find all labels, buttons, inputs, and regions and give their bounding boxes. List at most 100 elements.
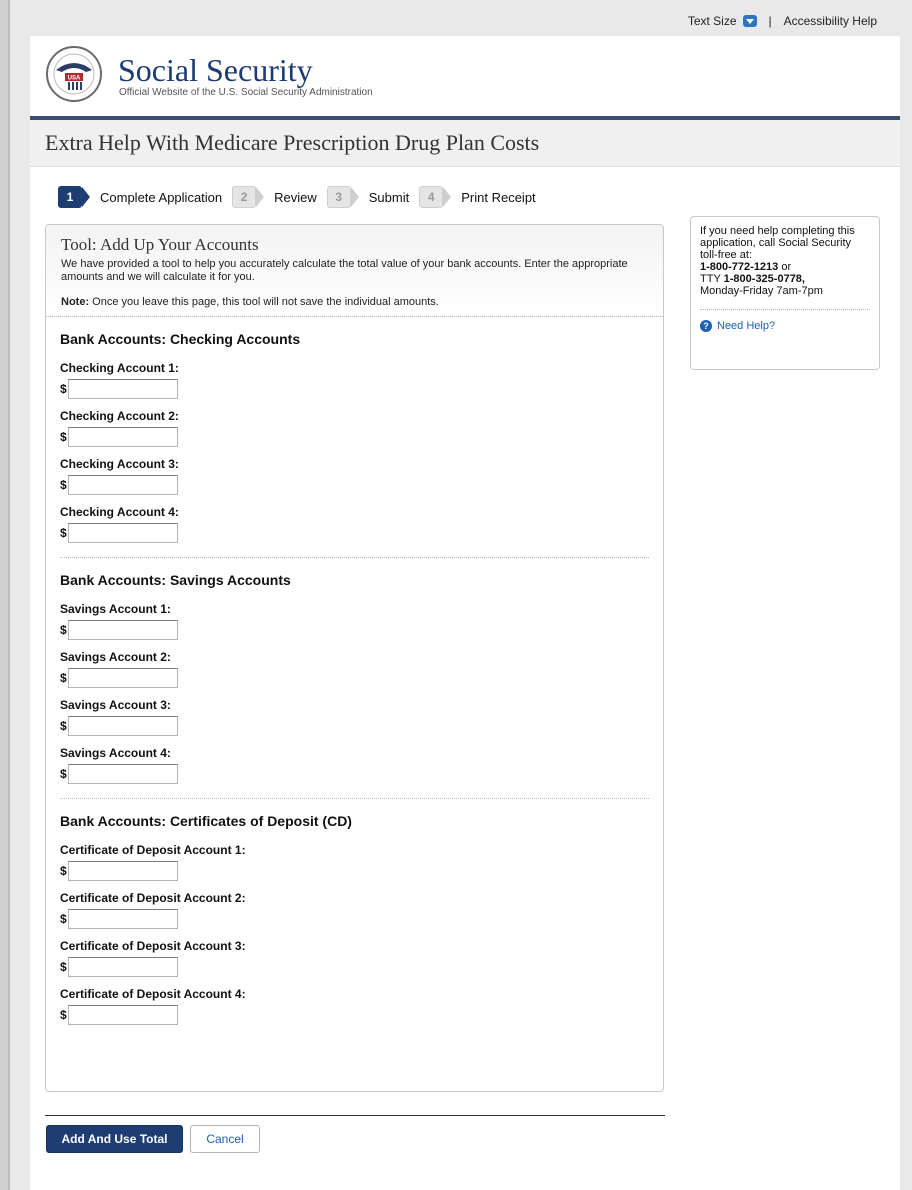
help-phone: 1-800-772-1213 xyxy=(700,261,779,273)
dollar-sign: $ xyxy=(60,526,67,540)
need-help-link[interactable]: ? Need Help? xyxy=(700,320,870,332)
brand-subtitle: Official Website of the U.S. Social Secu… xyxy=(119,87,373,98)
add-and-use-total-button[interactable]: Add And Use Total xyxy=(46,1125,183,1153)
action-divider xyxy=(45,1115,665,1116)
help-tty-prefix: TTY xyxy=(700,273,724,285)
chevron-right-icon xyxy=(350,187,359,207)
step-number: 2 xyxy=(232,186,257,208)
cancel-button[interactable]: Cancel xyxy=(190,1125,260,1153)
help-sidebar: If you need help completing this applica… xyxy=(690,216,880,370)
checking-account-4-field: Checking Account 4: $ xyxy=(60,505,649,543)
step-print-receipt: 4 Print Receipt xyxy=(419,186,536,208)
field-label: Certificate of Deposit Account 3: xyxy=(60,939,246,953)
main-shell: USA Social Security Official Website of … xyxy=(30,36,900,1190)
add-up-accounts-tool: Tool: Add Up Your Accounts We have provi… xyxy=(45,224,664,1092)
savings-account-2-input[interactable] xyxy=(67,668,178,688)
step-complete-application: 1 Complete Application xyxy=(58,186,222,208)
savings-accounts-section: Bank Accounts: Savings Accounts Savings … xyxy=(46,572,663,784)
checking-accounts-section: Bank Accounts: Checking Accounts Checkin… xyxy=(46,331,663,543)
chevron-right-icon xyxy=(256,187,265,207)
cd-account-4-field: Certificate of Deposit Account 4: $ xyxy=(60,987,649,1025)
help-text: If you need help completing this applica… xyxy=(700,225,855,261)
tool-note: Note: Once you leave this page, this too… xyxy=(61,296,648,308)
cd-account-2-input[interactable] xyxy=(67,909,178,929)
utility-separator: | xyxy=(768,14,772,28)
help-question-icon: ? xyxy=(700,320,712,332)
section-heading: Bank Accounts: Certificates of Deposit (… xyxy=(60,813,352,829)
checking-account-3-field: Checking Account 3: $ xyxy=(60,457,649,495)
field-label: Checking Account 3: xyxy=(60,457,179,471)
savings-account-2-field: Savings Account 2: $ xyxy=(60,650,649,688)
tool-title: Tool: Add Up Your Accounts xyxy=(61,235,259,254)
cd-account-1-input[interactable] xyxy=(67,861,178,881)
brand-name[interactable]: Social Security xyxy=(118,52,313,89)
window-edge xyxy=(0,0,8,1190)
window-edge-line xyxy=(8,0,10,1190)
field-label: Certificate of Deposit Account 4: xyxy=(60,987,246,1001)
field-label: Checking Account 2: xyxy=(60,409,179,423)
dollar-sign: $ xyxy=(60,719,67,733)
checking-account-1-input[interactable] xyxy=(67,379,178,399)
field-label: Checking Account 1: xyxy=(60,361,179,375)
step-review: 2 Review xyxy=(232,186,317,208)
help-or: or xyxy=(778,261,792,273)
page: Text Size | Accessibility Help USA Socia… xyxy=(0,0,912,1190)
field-label: Checking Account 4: xyxy=(60,505,179,519)
dollar-sign: $ xyxy=(60,430,67,444)
step-number: 4 xyxy=(419,186,444,208)
dollar-sign: $ xyxy=(60,767,67,781)
checking-account-3-input[interactable] xyxy=(67,475,178,495)
savings-account-3-input[interactable] xyxy=(67,716,178,736)
cd-account-3-input[interactable] xyxy=(67,957,178,977)
site-header: USA Social Security Official Website of … xyxy=(30,36,900,120)
savings-account-1-input[interactable] xyxy=(67,620,178,640)
dollar-sign: $ xyxy=(60,671,67,685)
step-label: Print Receipt xyxy=(461,189,536,205)
section-heading: Bank Accounts: Savings Accounts xyxy=(60,572,291,588)
checking-account-2-input[interactable] xyxy=(67,427,178,447)
step-label: Review xyxy=(274,189,317,205)
checking-account-1-field: Checking Account 1: $ xyxy=(60,361,649,399)
text-size-label[interactable]: Text Size xyxy=(688,14,737,28)
tool-description: We have provided a tool to help you accu… xyxy=(61,258,628,283)
accessibility-help-link[interactable]: Accessibility Help xyxy=(784,14,877,28)
help-divider xyxy=(700,309,870,310)
savings-account-3-field: Savings Account 3: $ xyxy=(60,698,649,736)
dollar-sign: $ xyxy=(60,1008,67,1022)
note-label: Note: xyxy=(61,296,90,308)
savings-account-4-field: Savings Account 4: $ xyxy=(60,746,649,784)
step-submit: 3 Submit xyxy=(326,186,410,208)
savings-account-4-input[interactable] xyxy=(67,764,178,784)
section-divider xyxy=(60,557,649,558)
cd-account-1-field: Certificate of Deposit Account 1: $ xyxy=(60,843,649,881)
need-help-label[interactable]: Need Help? xyxy=(717,320,775,332)
field-label: Savings Account 2: xyxy=(60,650,171,664)
step-number: 3 xyxy=(326,186,351,208)
chevron-right-icon xyxy=(443,187,452,207)
step-label: Complete Application xyxy=(100,189,223,205)
ssa-seal-logo[interactable]: USA xyxy=(46,46,102,102)
field-label: Certificate of Deposit Account 2: xyxy=(60,891,246,905)
section-heading: Bank Accounts: Checking Accounts xyxy=(60,331,301,347)
step-label: Submit xyxy=(368,189,410,205)
help-hours: Monday-Friday 7am-7pm xyxy=(700,285,823,297)
step-number: 1 xyxy=(58,186,82,208)
utility-bar: Text Size | Accessibility Help xyxy=(688,14,877,28)
chevron-down-icon[interactable] xyxy=(742,15,757,27)
seal-text: USA xyxy=(68,76,81,82)
chevron-right-icon xyxy=(82,187,90,207)
progress-steps: 1 Complete Application 2 Review 3 Submit… xyxy=(58,186,546,208)
section-divider xyxy=(60,798,649,799)
field-label: Savings Account 3: xyxy=(60,698,171,712)
help-tty: 1-800-325-0778, xyxy=(723,273,805,285)
field-label: Savings Account 1: xyxy=(60,602,171,616)
dollar-sign: $ xyxy=(60,478,67,492)
checking-account-4-input[interactable] xyxy=(67,523,178,543)
help-phone-line: 1-800-772-1213 or xyxy=(700,261,870,273)
dollar-sign: $ xyxy=(60,864,67,878)
cd-account-2-field: Certificate of Deposit Account 2: $ xyxy=(60,891,649,929)
help-tty-line: TTY 1-800-325-0778, xyxy=(700,273,870,285)
cd-account-4-input[interactable] xyxy=(67,1005,178,1025)
dollar-sign: $ xyxy=(60,382,67,396)
field-label: Certificate of Deposit Account 1: xyxy=(60,843,246,857)
